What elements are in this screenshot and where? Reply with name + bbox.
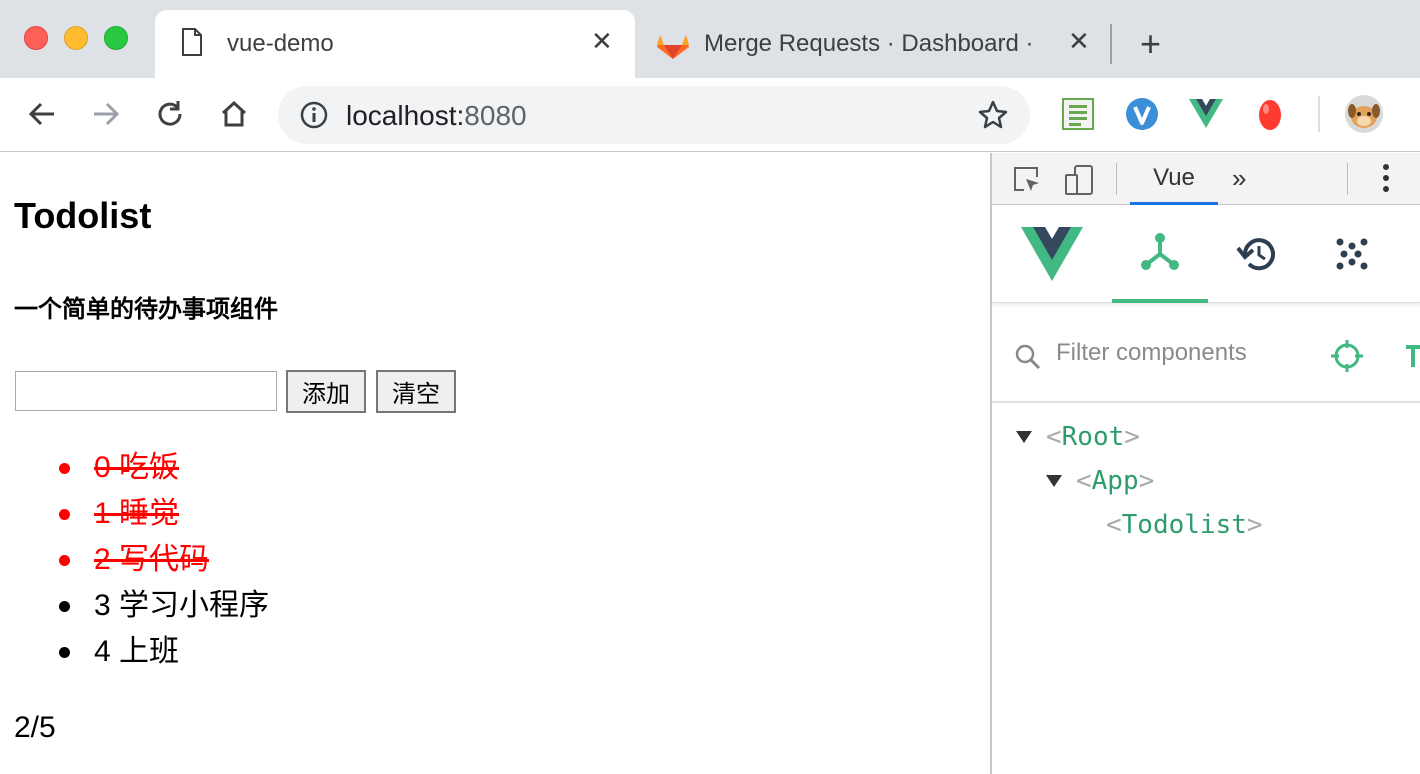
caret-down-icon[interactable] bbox=[1016, 431, 1032, 443]
vimium-extension-icon[interactable] bbox=[1122, 94, 1162, 134]
add-button[interactable]: 添加 bbox=[286, 370, 366, 413]
devtools-panel: Vue » <Root bbox=[990, 153, 1420, 774]
page-content: Todolist 一个简单的待办事项组件 添加 清空 0 吃饭 1 睡觉 2 写… bbox=[0, 153, 990, 774]
tag-name: Todolist bbox=[1121, 510, 1247, 540]
done-counter: 2/5 bbox=[14, 711, 56, 744]
address-bar[interactable]: localhost:8080 bbox=[278, 86, 1030, 144]
toolbar-separator bbox=[1318, 96, 1320, 132]
todo-text: 1 睡觉 bbox=[94, 497, 180, 530]
tab-vue-demo[interactable]: vue-demo ✕ bbox=[155, 10, 635, 78]
devtools-separator bbox=[1347, 163, 1348, 195]
tag-close: > bbox=[1138, 466, 1155, 496]
bullet-icon bbox=[59, 555, 70, 566]
page-title: Todolist bbox=[14, 195, 152, 236]
page-subtitle: 一个简单的待办事项组件 bbox=[14, 296, 278, 323]
todo-list: 0 吃饭 1 睡觉 2 写代码 3 学习小程序 4 上班 bbox=[0, 445, 269, 675]
url-text: localhost:8080 bbox=[346, 100, 527, 132]
tab-strip: vue-demo ✕ Merge Requests · Dashboard · … bbox=[0, 0, 1420, 78]
performance-tab-icon[interactable] bbox=[1304, 205, 1400, 303]
filter-components-input[interactable] bbox=[1056, 339, 1306, 367]
component-tree: <Root> <App> <Todolist> bbox=[992, 415, 1420, 547]
todo-item[interactable]: 1 睡觉 bbox=[0, 491, 269, 537]
devtools-menu-icon[interactable] bbox=[1382, 163, 1390, 193]
bookmark-star-icon[interactable] bbox=[978, 100, 1008, 135]
maximize-window-button[interactable] bbox=[104, 26, 128, 50]
tag-name: App bbox=[1091, 466, 1139, 496]
browser-toolbar: localhost:8080 bbox=[0, 78, 1420, 152]
search-icon bbox=[1014, 343, 1042, 376]
vue-logo-icon bbox=[1004, 205, 1100, 303]
tag-open: < bbox=[1046, 422, 1062, 452]
devtools-separator bbox=[1116, 163, 1117, 195]
bullet-icon bbox=[59, 463, 70, 474]
inspect-element-icon[interactable] bbox=[1010, 163, 1044, 197]
history-tab-icon[interactable] bbox=[1208, 205, 1304, 303]
close-window-button[interactable] bbox=[24, 26, 48, 50]
tag-close: > bbox=[1246, 510, 1263, 540]
todo-text: 2 写代码 bbox=[94, 543, 210, 576]
gitlab-icon bbox=[656, 28, 690, 65]
close-tab-icon[interactable]: ✕ bbox=[591, 26, 613, 57]
home-icon[interactable] bbox=[218, 98, 250, 130]
tag-name: Root bbox=[1061, 422, 1125, 452]
minimize-window-button[interactable] bbox=[64, 26, 88, 50]
select-component-icon[interactable] bbox=[1330, 339, 1364, 378]
url-port: 8080 bbox=[464, 100, 527, 131]
tab-vue[interactable]: Vue bbox=[1130, 153, 1218, 205]
url-host: localhost: bbox=[346, 100, 465, 131]
todo-item[interactable]: 0 吃饭 bbox=[0, 445, 269, 491]
caret-down-icon[interactable] bbox=[1046, 475, 1062, 487]
todo-text: 0 吃饭 bbox=[94, 451, 180, 484]
todo-input[interactable] bbox=[15, 371, 277, 411]
tree-node-label: <Root> bbox=[1046, 415, 1140, 459]
devtools-tabbar: Vue » bbox=[992, 153, 1420, 205]
page-icon bbox=[181, 28, 203, 61]
filter-bar bbox=[992, 305, 1420, 403]
components-tab-icon[interactable] bbox=[1112, 205, 1208, 303]
device-toolbar-icon[interactable] bbox=[1062, 163, 1096, 197]
close-tab-icon[interactable]: ✕ bbox=[1068, 26, 1090, 57]
vue-devtools-nav bbox=[992, 205, 1420, 303]
todo-item[interactable]: 2 写代码 bbox=[0, 537, 269, 583]
info-icon[interactable] bbox=[300, 101, 328, 134]
bullet-icon bbox=[59, 509, 70, 520]
profile-avatar[interactable] bbox=[1344, 94, 1384, 134]
forward-icon[interactable] bbox=[90, 98, 122, 130]
tab-title: Merge Requests · Dashboard · GitLab bbox=[704, 30, 1040, 57]
todo-item[interactable]: 4 上班 bbox=[0, 629, 269, 675]
todo-text: 3 学习小程序 bbox=[94, 589, 270, 622]
todo-item[interactable]: 3 学习小程序 bbox=[0, 583, 269, 629]
tab-separator bbox=[1110, 24, 1112, 64]
vue-devtools-extension-icon[interactable] bbox=[1186, 94, 1226, 134]
bullet-icon bbox=[59, 601, 70, 612]
more-tabs-icon[interactable]: » bbox=[1232, 163, 1246, 194]
clear-button[interactable]: 清空 bbox=[376, 370, 456, 413]
todo-text: 4 上班 bbox=[94, 635, 180, 668]
tag-open: < bbox=[1076, 466, 1092, 496]
back-icon[interactable] bbox=[26, 98, 58, 130]
bullet-icon bbox=[59, 647, 70, 658]
format-toggle-icon[interactable] bbox=[1404, 339, 1420, 378]
tree-node-app[interactable]: <App> bbox=[992, 459, 1420, 503]
html5-outline-extension-icon[interactable] bbox=[1058, 94, 1098, 134]
new-tab-button[interactable]: + bbox=[1140, 26, 1161, 62]
tab-merge-requests[interactable]: Merge Requests · Dashboard · GitLab ✕ bbox=[640, 10, 1110, 78]
tree-node-label: <Todolist> bbox=[1106, 503, 1263, 547]
red-drop-extension-icon[interactable] bbox=[1250, 94, 1290, 134]
tree-node-label: <App> bbox=[1076, 459, 1154, 503]
tree-node-todolist[interactable]: <Todolist> bbox=[992, 503, 1420, 547]
tree-node-root[interactable]: <Root> bbox=[992, 415, 1420, 459]
tag-open: < bbox=[1106, 510, 1122, 540]
tab-title: vue-demo bbox=[227, 30, 334, 57]
reload-icon[interactable] bbox=[154, 98, 186, 130]
tag-close: > bbox=[1124, 422, 1140, 452]
